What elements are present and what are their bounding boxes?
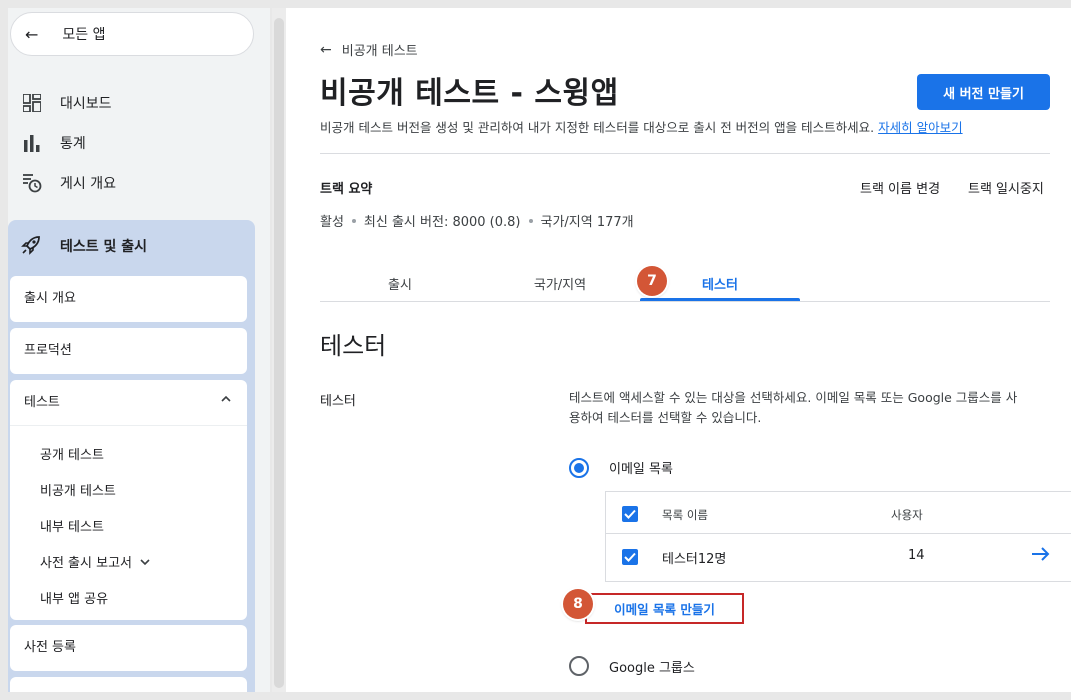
sidebar-group-testing: 테스트 공개 테스트 비공개 테스트 내부 테스트 사전 출시 보고서 내부 앱…	[10, 380, 247, 620]
breadcrumb-label: 비공개 테스트	[341, 44, 418, 59]
sidebar-section-label: 테스트 및 출시	[60, 239, 148, 255]
sidebar-item-open-testing[interactable]: 공개 테스트	[40, 444, 104, 463]
tabs-divider	[320, 301, 1050, 302]
sidebar-scrollbar-thumb[interactable]	[274, 18, 284, 688]
testers-section-title: 테스터	[320, 332, 387, 360]
back-arrow-icon: ←	[320, 41, 332, 58]
pause-track-button[interactable]: 트랙 일시중지	[968, 178, 1044, 197]
sidebar-item-label: 사전 출시 보고서	[40, 556, 132, 571]
publishing-overview-icon	[20, 171, 44, 195]
check-icon	[624, 509, 636, 519]
google-groups-radio-label: Google 그룹스	[609, 661, 695, 676]
tab-countries[interactable]: 국가/지역	[480, 274, 640, 293]
country-count: 국가/지역 177개	[540, 215, 634, 230]
active-tab-indicator	[640, 298, 800, 301]
check-icon	[624, 552, 636, 562]
sidebar-item-testing[interactable]: 테스트	[10, 380, 247, 426]
latest-release: 최신 출시 버전: 8000 (0.8)	[363, 215, 521, 230]
user-count-cell: 14	[908, 548, 925, 563]
testers-field-label: 테스터	[320, 394, 356, 409]
sidebar-item-production[interactable]: 프로덕션	[10, 328, 247, 374]
step-badge-8: 8	[563, 589, 593, 619]
table-divider	[606, 533, 1071, 534]
step-badge-7: 7	[637, 266, 667, 296]
list-name-cell: 테스터12명	[662, 552, 727, 567]
page-description: 비공개 테스트 버전을 생성 및 관리하여 내가 지정한 테스터를 대상으로 출…	[320, 117, 963, 136]
sidebar-item-label: 프로덕션	[24, 343, 72, 358]
track-summary-label: 트랙 요약	[320, 182, 373, 197]
create-email-list-button[interactable]: 이메일 목록 만들기	[585, 593, 744, 624]
dashboard-icon	[20, 91, 44, 115]
sidebar-item-release-overview[interactable]: 출시 개요	[10, 276, 247, 322]
separator-dot	[351, 218, 356, 223]
sidebar-section-test-and-release: 테스트 및 출시 출시 개요 프로덕션 테스트 공개 테스트 비공개 테스트 내…	[8, 220, 255, 692]
sidebar-item-closed-testing[interactable]: 비공개 테스트	[40, 480, 116, 499]
sidebar-item-label: 통계	[60, 136, 86, 152]
learn-more-link[interactable]: 자세히 알아보기	[878, 120, 962, 135]
testers-description-line: 테스트에 액세스할 수 있는 대상을 선택하세요. 이메일 목록 또는 Goog…	[569, 390, 1018, 405]
app-window: ← 모든 앱 대시보드 통계 게시 개요 테스트 및 출시 출시 개요 프로덕션…	[0, 0, 1071, 700]
sidebar-item-label: 테스트	[24, 395, 60, 410]
sidebar-item-test-and-release[interactable]: 테스트 및 출시	[20, 234, 147, 258]
sidebar-item-publishing-overview[interactable]: 게시 개요	[8, 163, 254, 203]
sidebar-item-label: 사전 등록	[24, 640, 76, 655]
all-apps-label: 모든 앱	[62, 27, 106, 43]
chevron-down-icon	[140, 559, 150, 566]
email-list-radio-label: 이메일 목록	[609, 462, 673, 477]
tab-releases[interactable]: 출시	[320, 274, 480, 293]
chevron-up-icon	[221, 395, 231, 402]
sidebar: ← 모든 앱 대시보드 통계 게시 개요 테스트 및 출시 출시 개요 프로덕션…	[8, 8, 270, 692]
select-all-checkbox[interactable]	[622, 506, 638, 522]
separator-dot	[528, 218, 533, 223]
rocket-icon	[20, 234, 44, 258]
email-list-radio[interactable]	[569, 458, 589, 478]
testers-description: 테스트에 액세스할 수 있는 대상을 선택하세요. 이메일 목록 또는 Goog…	[569, 388, 1071, 428]
track-status-line: 활성 최신 출시 버전: 8000 (0.8) 국가/지역 177개	[320, 211, 634, 230]
page-title: 비공개 테스트 - 스윙앱	[320, 76, 619, 111]
sidebar-item-pre-registration[interactable]: 사전 등록	[10, 625, 247, 671]
sidebar-item-next[interactable]	[10, 677, 247, 692]
google-groups-radio[interactable]	[569, 656, 589, 676]
arrow-right-icon[interactable]	[1031, 546, 1051, 562]
sidebar-item-label: 게시 개요	[60, 176, 116, 192]
column-header-users: 사용자	[891, 508, 923, 522]
sidebar-item-internal-testing[interactable]: 내부 테스트	[40, 516, 104, 535]
back-arrow-icon: ←	[25, 24, 39, 44]
sidebar-item-label: 출시 개요	[24, 291, 76, 306]
sidebar-item-statistics[interactable]: 통계	[8, 123, 254, 163]
track-status: 활성	[320, 215, 344, 230]
testers-description-line: 용하여 테스터를 선택할 수 있습니다.	[569, 410, 762, 425]
rename-track-button[interactable]: 트랙 이름 변경	[860, 178, 940, 197]
column-header-list-name: 목록 이름	[662, 508, 708, 522]
all-apps-button[interactable]: ← 모든 앱	[10, 12, 254, 56]
sidebar-item-dashboard[interactable]: 대시보드	[8, 83, 254, 123]
sidebar-item-internal-app-sharing[interactable]: 내부 앱 공유	[40, 588, 108, 607]
create-new-release-button[interactable]: 새 버전 만들기	[917, 74, 1050, 110]
divider	[320, 153, 1050, 154]
sidebar-item-label: 대시보드	[60, 96, 112, 112]
page-description-text: 비공개 테스트 버전을 생성 및 관리하여 내가 지정한 테스터를 대상으로 출…	[320, 120, 875, 135]
breadcrumb[interactable]: ← 비공개 테스트	[320, 40, 418, 60]
sidebar-item-pre-launch-report[interactable]: 사전 출시 보고서	[40, 552, 150, 571]
email-list-table: 목록 이름 사용자 테스터12명 14	[605, 491, 1071, 582]
row-checkbox[interactable]	[622, 549, 638, 565]
main-content: ← 비공개 테스트 비공개 테스트 - 스윙앱 새 버전 만들기 비공개 테스트…	[286, 8, 1071, 692]
bar-chart-icon	[20, 131, 44, 155]
